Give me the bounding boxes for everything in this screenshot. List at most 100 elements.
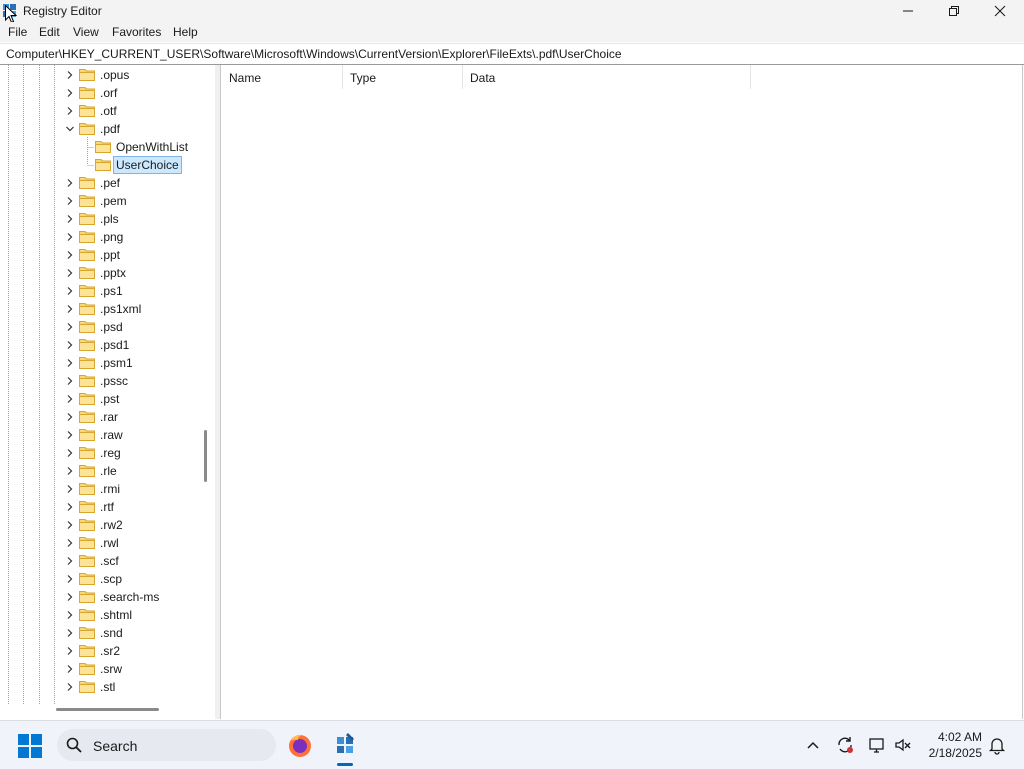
tree-item[interactable]: .snd <box>0 624 200 642</box>
tree-item[interactable]: .pls <box>0 210 200 228</box>
tree-item[interactable]: .pem <box>0 192 200 210</box>
chevron-right-icon[interactable] <box>66 413 74 421</box>
title-bar[interactable]: Registry Editor <box>0 0 1024 24</box>
close-button[interactable] <box>977 0 1023 22</box>
column-header-type[interactable]: Type <box>342 65 463 89</box>
chevron-right-icon[interactable] <box>66 377 74 385</box>
chevron-right-icon[interactable] <box>66 359 74 367</box>
chevron-right-icon[interactable] <box>66 215 74 223</box>
chevron-right-icon[interactable] <box>66 539 74 547</box>
tree-item[interactable]: .psm1 <box>0 354 200 372</box>
column-header-data[interactable]: Data <box>462 65 751 89</box>
minimize-button[interactable] <box>885 0 931 22</box>
chevron-right-icon[interactable] <box>66 521 74 529</box>
chevron-right-icon[interactable] <box>66 593 74 601</box>
tree-item[interactable]: .rar <box>0 408 200 426</box>
volume-muted-icon[interactable] <box>893 735 913 755</box>
values-list[interactable]: Name Type Data <box>220 65 1023 719</box>
chevron-right-icon[interactable] <box>66 89 74 97</box>
taskbar-firefox[interactable] <box>281 725 319 765</box>
taskbar-regedit[interactable] <box>326 725 364 765</box>
tree-item[interactable]: .stl <box>0 678 200 696</box>
restore-button[interactable] <box>931 0 977 22</box>
tree-item[interactable]: .pssc <box>0 372 200 390</box>
chevron-right-icon[interactable] <box>66 323 74 331</box>
tree-item[interactable]: .ppt <box>0 246 200 264</box>
tree-item[interactable]: .opus <box>0 66 200 84</box>
tree-item[interactable]: .raw <box>0 426 200 444</box>
tree-item[interactable]: .pptx <box>0 264 200 282</box>
tree-item[interactable]: .reg <box>0 444 200 462</box>
chevron-right-icon[interactable] <box>66 395 74 403</box>
tree-item[interactable]: .rw2 <box>0 516 200 534</box>
tree-item[interactable]: .pdf <box>0 120 200 138</box>
chevron-right-icon[interactable] <box>66 107 74 115</box>
chevron-right-icon[interactable] <box>66 629 74 637</box>
chevron-right-icon[interactable] <box>66 251 74 259</box>
chevron-right-icon[interactable] <box>66 575 74 583</box>
tree-item[interactable]: .ps1 <box>0 282 200 300</box>
tree-vertical-scrollbar[interactable] <box>204 430 207 482</box>
tree-item[interactable]: .scp <box>0 570 200 588</box>
menu-edit[interactable]: Edit <box>39 25 60 39</box>
chevron-right-icon[interactable] <box>66 233 74 241</box>
chevron-up-icon[interactable] <box>803 735 823 755</box>
windows-start-icon[interactable] <box>18 734 42 758</box>
folder-icon <box>79 393 95 405</box>
registry-tree[interactable]: .opus .orf .otf .pdf OpenWithList UserChoice.… <box>0 65 216 719</box>
tree-item[interactable]: .srw <box>0 660 200 678</box>
chevron-right-icon[interactable] <box>66 341 74 349</box>
chevron-right-icon[interactable] <box>66 197 74 205</box>
system-clock[interactable]: 4:02 AM 2/18/2025 <box>918 729 982 761</box>
tree-item[interactable]: .sr2 <box>0 642 200 660</box>
menu-help[interactable]: Help <box>173 25 198 39</box>
chevron-right-icon[interactable] <box>66 485 74 493</box>
chevron-right-icon[interactable] <box>66 665 74 673</box>
chevron-down-icon[interactable] <box>66 125 74 133</box>
notification-bell-icon[interactable] <box>987 735 1007 755</box>
tree-item[interactable]: OpenWithList <box>0 138 200 156</box>
menu-view[interactable]: View <box>73 25 99 39</box>
tree-item[interactable]: .psd1 <box>0 336 200 354</box>
tree-item[interactable]: .otf <box>0 102 200 120</box>
tree-item[interactable]: .rtf <box>0 498 200 516</box>
tree-item[interactable]: .psd <box>0 318 200 336</box>
chevron-right-icon[interactable] <box>66 683 74 691</box>
tree-item[interactable]: .png <box>0 228 200 246</box>
chevron-right-icon[interactable] <box>66 71 74 79</box>
chevron-right-icon[interactable] <box>66 431 74 439</box>
tree-item[interactable]: .pst <box>0 390 200 408</box>
chevron-right-icon[interactable] <box>66 179 74 187</box>
column-header-name[interactable]: Name <box>221 65 343 89</box>
address-path[interactable]: Computer\HKEY_CURRENT_USER\Software\Micr… <box>6 47 622 61</box>
chevron-right-icon[interactable] <box>66 449 74 457</box>
chevron-right-icon[interactable] <box>66 647 74 655</box>
menu-favorites[interactable]: Favorites <box>112 25 161 39</box>
tree-item[interactable]: .orf <box>0 84 200 102</box>
tree-horizontal-scrollbar[interactable] <box>56 708 159 711</box>
chevron-right-icon[interactable] <box>66 503 74 511</box>
network-icon[interactable] <box>867 735 887 755</box>
tree-item[interactable]: .rwl <box>0 534 200 552</box>
chevron-right-icon[interactable] <box>66 611 74 619</box>
chevron-right-icon[interactable] <box>66 287 74 295</box>
address-bar[interactable]: Computer\HKEY_CURRENT_USER\Software\Micr… <box>0 43 1024 65</box>
tree-item[interactable]: .ps1xml <box>0 300 200 318</box>
chevron-right-icon[interactable] <box>66 269 74 277</box>
folder-icon <box>79 429 95 441</box>
sync-icon[interactable] <box>835 735 855 755</box>
chevron-right-icon[interactable] <box>66 557 74 565</box>
menu-file[interactable]: File <box>8 25 27 39</box>
chevron-right-icon[interactable] <box>66 305 74 313</box>
taskbar-search[interactable]: Search <box>57 729 276 761</box>
tree-item[interactable]: .rmi <box>0 480 200 498</box>
tree-item[interactable]: .rle <box>0 462 200 480</box>
tree-item[interactable]: .shtml <box>0 606 200 624</box>
tree-item[interactable]: .scf <box>0 552 200 570</box>
tree-item[interactable]: .search-ms <box>0 588 200 606</box>
tree-item[interactable]: .pef <box>0 174 200 192</box>
folder-icon <box>79 213 95 225</box>
tree-item[interactable]: UserChoice <box>0 156 200 174</box>
menu-bar: File Edit View Favorites Help <box>0 22 1024 42</box>
chevron-right-icon[interactable] <box>66 467 74 475</box>
